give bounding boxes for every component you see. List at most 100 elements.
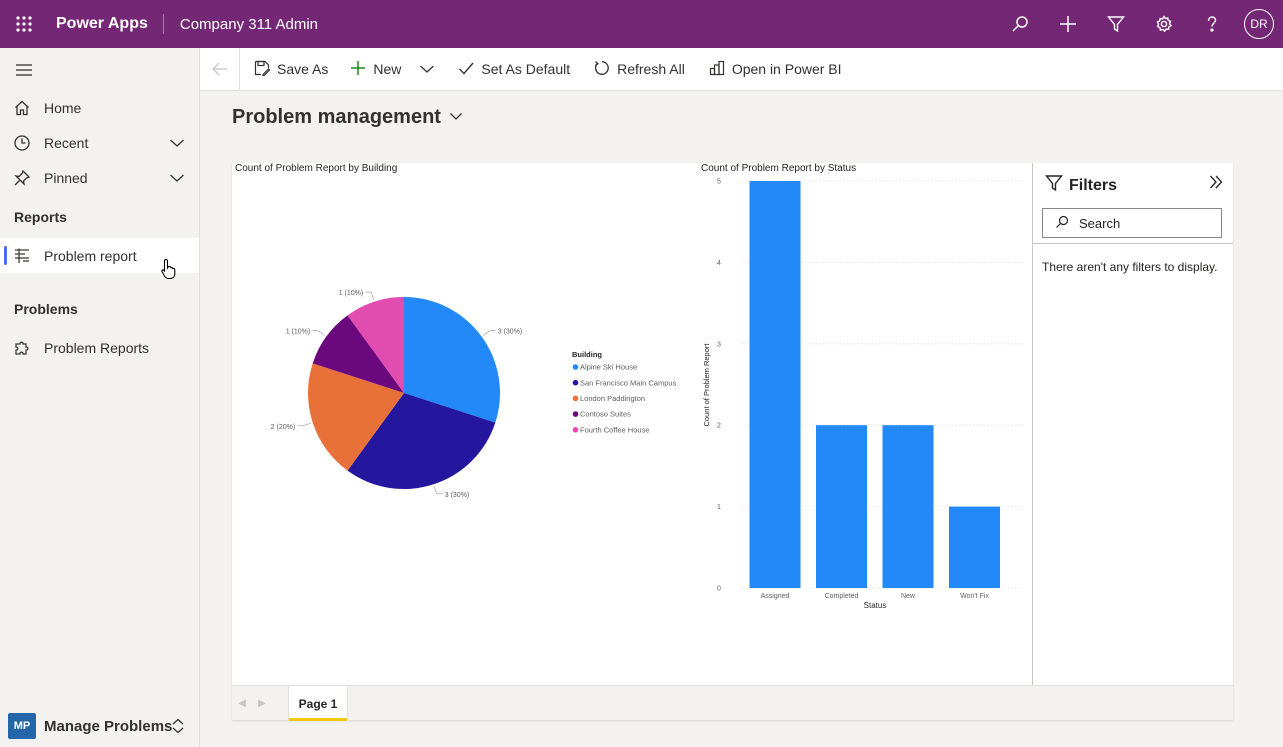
user-avatar[interactable]: DR bbox=[1244, 9, 1274, 39]
chevron-down-icon[interactable] bbox=[169, 135, 185, 154]
bar-y-tick-label: 1 bbox=[717, 504, 721, 511]
save-as-icon bbox=[254, 60, 277, 79]
filter-icon[interactable] bbox=[1092, 0, 1140, 48]
bar-y-tick-label: 5 bbox=[717, 179, 721, 186]
sitemap-sidebar: Home Recent Pinned Reports Problem repor… bbox=[0, 48, 200, 747]
pie-legend-marker bbox=[572, 411, 579, 417]
pie-data-label: 1 (10%) bbox=[286, 329, 311, 336]
hand-pointer-cursor-icon bbox=[160, 258, 178, 285]
chevron-up-down-icon bbox=[171, 718, 185, 739]
powerbi-icon bbox=[709, 60, 732, 79]
puzzle-icon bbox=[0, 339, 44, 357]
bar-chart-title: Count of Problem Report by Status bbox=[701, 163, 856, 174]
bar bbox=[949, 506, 1000, 588]
set-as-default-label: Set As Default bbox=[481, 61, 571, 77]
nav-pinned-label: Pinned bbox=[44, 169, 88, 186]
new-button[interactable]: New bbox=[350, 48, 442, 91]
sidebar-item-label: Problem Reports bbox=[44, 339, 150, 356]
tab-page-1[interactable]: Page 1 bbox=[288, 686, 348, 721]
previous-page-icon[interactable]: ◀ bbox=[232, 686, 252, 720]
pie-data-label: 3 (30%) bbox=[445, 492, 470, 499]
environment-name[interactable]: Company 311 Admin bbox=[164, 16, 318, 33]
filters-pane: Filters Search There aren't any filters … bbox=[1032, 163, 1233, 685]
pie-leader-line bbox=[312, 330, 325, 336]
next-page-icon[interactable]: ▶ bbox=[252, 686, 272, 720]
chevron-down-icon[interactable] bbox=[419, 61, 442, 77]
pie-legend-marker bbox=[572, 364, 579, 370]
bar-y-tick-label: 4 bbox=[717, 260, 721, 267]
plus-icon bbox=[350, 60, 373, 79]
refresh-all-button[interactable]: Refresh All bbox=[594, 48, 685, 91]
report-charts-canvas: Count of Problem Report by Building 3 (30… bbox=[235, 163, 1025, 610]
sidebar-item-problem-reports[interactable]: Problem Reports bbox=[0, 330, 199, 365]
page-title: Problem management bbox=[232, 106, 441, 128]
chevron-down-icon[interactable] bbox=[169, 170, 185, 189]
open-in-power-bi-label: Open in Power BI bbox=[731, 61, 842, 77]
nav-recent-label: Recent bbox=[44, 134, 89, 151]
section-reports-heading: Reports bbox=[14, 209, 67, 225]
bar-y-tick-label: 0 bbox=[717, 586, 721, 593]
check-icon bbox=[458, 60, 481, 79]
pie-data-label: 2 (20%) bbox=[271, 424, 296, 431]
help-icon[interactable] bbox=[1188, 0, 1236, 48]
nav-pinned[interactable]: Pinned bbox=[0, 160, 199, 195]
bar-x-axis-label: Status bbox=[864, 601, 887, 610]
nav-recent[interactable]: Recent bbox=[0, 125, 199, 160]
save-as-label: Save As bbox=[277, 61, 329, 77]
nav-home[interactable]: Home bbox=[0, 90, 199, 125]
bar-y-axis-label: Count of Problem Report bbox=[702, 343, 711, 427]
pie-legend-label: Contoso Suites bbox=[580, 410, 631, 419]
pie-data-label: 3 (30%) bbox=[498, 329, 523, 336]
filters-title: Filters bbox=[1069, 176, 1118, 194]
refresh-all-label: Refresh All bbox=[617, 61, 685, 77]
bar bbox=[882, 425, 934, 588]
dashboard-title-selector[interactable]: Problem management bbox=[232, 106, 463, 129]
open-in-power-bi-button[interactable]: Open in Power BI bbox=[709, 48, 842, 91]
pie-legend-marker bbox=[572, 395, 579, 402]
save-as-button[interactable]: Save As bbox=[254, 48, 328, 91]
bar-x-tick-label: New bbox=[901, 593, 916, 600]
app-launcher-icon[interactable] bbox=[0, 0, 48, 48]
pie-leader-line bbox=[483, 330, 496, 336]
filters-header: Filters bbox=[1045, 174, 1117, 197]
collapse-double-chevron-icon[interactable] bbox=[1208, 174, 1224, 195]
pin-icon bbox=[0, 169, 44, 187]
divider bbox=[1033, 243, 1233, 244]
bar-y-tick-label: 3 bbox=[717, 341, 721, 348]
search-icon[interactable] bbox=[996, 0, 1044, 48]
pie-chart-title: Count of Problem Report by Building bbox=[235, 163, 397, 174]
pie-legend-title: Building bbox=[572, 350, 602, 359]
app-brand[interactable]: Power Apps bbox=[48, 14, 164, 34]
settings-gear-icon[interactable] bbox=[1140, 0, 1188, 48]
add-icon[interactable] bbox=[1044, 0, 1092, 48]
hamburger-menu-icon[interactable] bbox=[12, 60, 36, 80]
area-switcher[interactable]: MP Manage Problems bbox=[0, 705, 199, 747]
back-arrow-icon[interactable] bbox=[200, 47, 240, 91]
set-as-default-button[interactable]: Set As Default bbox=[458, 48, 570, 91]
filters-search-input[interactable]: Search bbox=[1042, 208, 1222, 238]
pie-legend-label: Fourth Coffee House bbox=[580, 425, 650, 434]
pie-legend-label: Alpine Ski House bbox=[580, 363, 637, 372]
pie-leader-line bbox=[365, 291, 375, 300]
filter-icon bbox=[1045, 174, 1069, 197]
sidebar-item-label: Problem report bbox=[44, 247, 137, 264]
pie-leader-line bbox=[297, 422, 311, 427]
pie-data-label: 1 (10%) bbox=[339, 290, 364, 297]
pie-legend-marker bbox=[572, 379, 579, 386]
clock-icon bbox=[0, 134, 44, 152]
report-icon bbox=[0, 247, 44, 265]
filters-search-placeholder: Search bbox=[1079, 215, 1121, 231]
home-icon bbox=[0, 99, 44, 117]
section-problems-heading: Problems bbox=[14, 301, 78, 317]
report-page-bar: ◀ ▶ Page 1 bbox=[232, 685, 1233, 721]
area-label: Manage Problems bbox=[44, 717, 173, 735]
pie-legend-marker bbox=[572, 427, 579, 433]
bar-x-tick-label: Assigned bbox=[761, 593, 790, 600]
chevron-down-icon bbox=[441, 106, 463, 129]
command-bar: Save As New Set As Default Refresh All O… bbox=[200, 47, 1283, 91]
bar-x-tick-label: Won't Fix bbox=[960, 593, 989, 600]
bar-y-tick-label: 2 bbox=[717, 423, 721, 430]
area-badge: MP bbox=[8, 713, 36, 739]
pie-leader-line bbox=[433, 486, 443, 495]
filters-empty-message: There aren't any filters to display. bbox=[1042, 260, 1218, 274]
